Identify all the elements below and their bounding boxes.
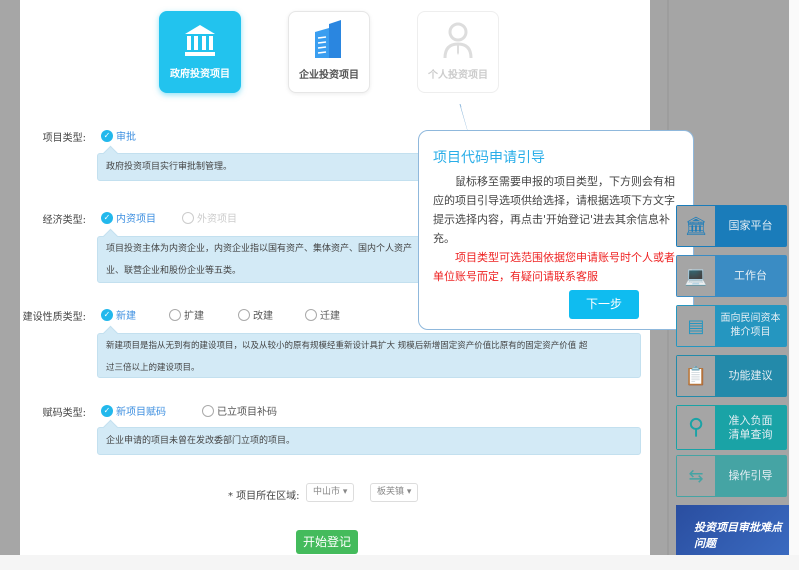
project-type-label: 项目类型:: [42, 133, 86, 144]
desc-text: 政府投资项目实行审批制管理。: [106, 162, 233, 172]
option-label: 迁建: [320, 311, 340, 322]
start-register-button[interactable]: 开始登记: [296, 530, 358, 554]
option-relocate[interactable]: 迁建: [305, 307, 340, 322]
sidebar-guide[interactable]: ⇆ 操作引导: [676, 455, 787, 497]
option-label: 审批: [116, 132, 136, 143]
sidebar-negative-list[interactable]: ⚲ 准入负面清单查询: [676, 405, 787, 450]
desc-text: 新建项目是指从无到有的建设项目，以及从较小的原有规模经重新设计具扩大 规模后新增…: [106, 341, 588, 351]
card-label: 政府投资项目: [170, 69, 230, 80]
check-icon: ✓: [101, 404, 113, 417]
option-new-code[interactable]: ✓ 新项目赋码: [101, 403, 166, 418]
option-label: 改建: [253, 311, 273, 322]
card-label: 个人投资项目: [428, 70, 488, 81]
construction-type-label: 建设性质类型:: [22, 312, 86, 323]
code-type-label: 赋码类型:: [42, 408, 86, 419]
next-step-button[interactable]: 下一步: [569, 290, 639, 319]
radio-icon: [202, 404, 214, 417]
option-label: 扩建: [184, 311, 204, 322]
promo-banner[interactable]: 投资项目审批难点问题: [676, 505, 789, 555]
city-value: 中山市: [313, 487, 341, 497]
option-label: 新项目赋码: [116, 407, 166, 418]
popover-title: 项目代码申请引导: [433, 150, 545, 166]
radio-icon: [305, 308, 317, 321]
option-label: 外资项目: [197, 214, 237, 225]
option-domestic[interactable]: ✓ 内资项目: [101, 210, 156, 225]
economy-type-label: 经济类型:: [42, 215, 86, 226]
sidebar-label: 工作台: [715, 256, 786, 296]
sidebar-private-capital[interactable]: ▤ 面向民间资本推介项目: [676, 305, 787, 347]
radio-icon: [238, 308, 250, 321]
search-icon: ⚲: [677, 406, 715, 449]
desc-text: 过三倍以上的建设项目。: [106, 363, 200, 373]
promotion-icon: ▤: [677, 306, 715, 346]
option-label: 已立项目补码: [217, 407, 277, 418]
sidebar-label: 准入负面清单查询: [715, 406, 786, 449]
card-label: 企业投资项目: [299, 70, 359, 81]
check-icon: ✓: [101, 211, 113, 224]
dropdown-arrow-icon: ▾: [406, 487, 412, 497]
popover-body: 鼠标移至需要申报的项目类型，下方则会有相应的项目引导选项供给选择，请根据选项下方…: [433, 175, 675, 245]
option-rebuild[interactable]: 改建: [238, 307, 273, 322]
computer-icon: 💻: [677, 256, 715, 296]
sidebar-label: 功能建议: [715, 356, 786, 396]
bank-icon: 🏛: [677, 206, 715, 246]
guide-popover: 项目代码申请引导 鼠标移至需要申报的项目类型，下方则会有相应的项目引导选项供给选…: [418, 130, 694, 330]
dropdown-arrow-icon: ▾: [342, 487, 348, 497]
sidebar-label: 操作引导: [715, 456, 786, 496]
town-value: 板芙镇: [377, 487, 405, 497]
office-building-icon: [289, 12, 369, 58]
person-icon: [418, 12, 498, 58]
check-icon: ✓: [101, 308, 113, 321]
option-new-build[interactable]: ✓ 新建: [101, 307, 136, 322]
sidebar-label: 面向民间资本推介项目: [715, 306, 786, 346]
card-government-investment[interactable]: 政府投资项目: [159, 11, 241, 93]
option-expand[interactable]: 扩建: [169, 307, 204, 322]
code-type-desc: 企业申请的项目未曾在发改委部门立项的项目。: [97, 427, 641, 455]
signpost-icon: ⇆: [677, 456, 715, 496]
option-label: 新建: [116, 311, 136, 322]
sidebar-workbench[interactable]: 💻 工作台: [676, 255, 787, 297]
overlay-left: [0, 0, 20, 555]
sidebar-national-platform[interactable]: 🏛 国家平台: [676, 205, 787, 247]
construction-type-desc: 新建项目是指从无到有的建设项目，以及从较小的原有规模经重新设计具扩大 规模后新增…: [97, 333, 641, 378]
radio-icon: [169, 308, 181, 321]
town-select[interactable]: 板芙镇 ▾: [370, 483, 419, 502]
sidebar-label: 国家平台: [715, 206, 786, 246]
government-building-icon: [159, 11, 241, 57]
sidebar-suggestions[interactable]: 📋 功能建议: [676, 355, 787, 397]
clipboard-icon: 📋: [677, 356, 715, 396]
banner-text: 投资项目审批难点问题: [694, 521, 782, 550]
option-label: 内资项目: [116, 214, 156, 225]
option-supplement-code[interactable]: 已立项目补码: [202, 403, 277, 418]
check-icon: ✓: [101, 129, 113, 142]
option-approval[interactable]: ✓ 审批: [101, 128, 136, 143]
footer-bar: [0, 555, 799, 570]
popover-warning: 项目类型可选范围依据您申请账号时个人或者单位账号而定，有疑问请联系客服: [433, 251, 675, 283]
region-label: * 项目所在区域:: [228, 491, 300, 502]
card-enterprise-investment[interactable]: 企业投资项目: [288, 11, 370, 93]
city-select[interactable]: 中山市 ▾: [306, 483, 355, 502]
card-personal-investment[interactable]: 个人投资项目: [417, 11, 499, 93]
option-foreign[interactable]: 外资项目: [182, 210, 237, 225]
desc-text: 企业申请的项目未曾在发改委部门立项的项目。: [106, 436, 296, 446]
radio-icon: [182, 211, 194, 224]
